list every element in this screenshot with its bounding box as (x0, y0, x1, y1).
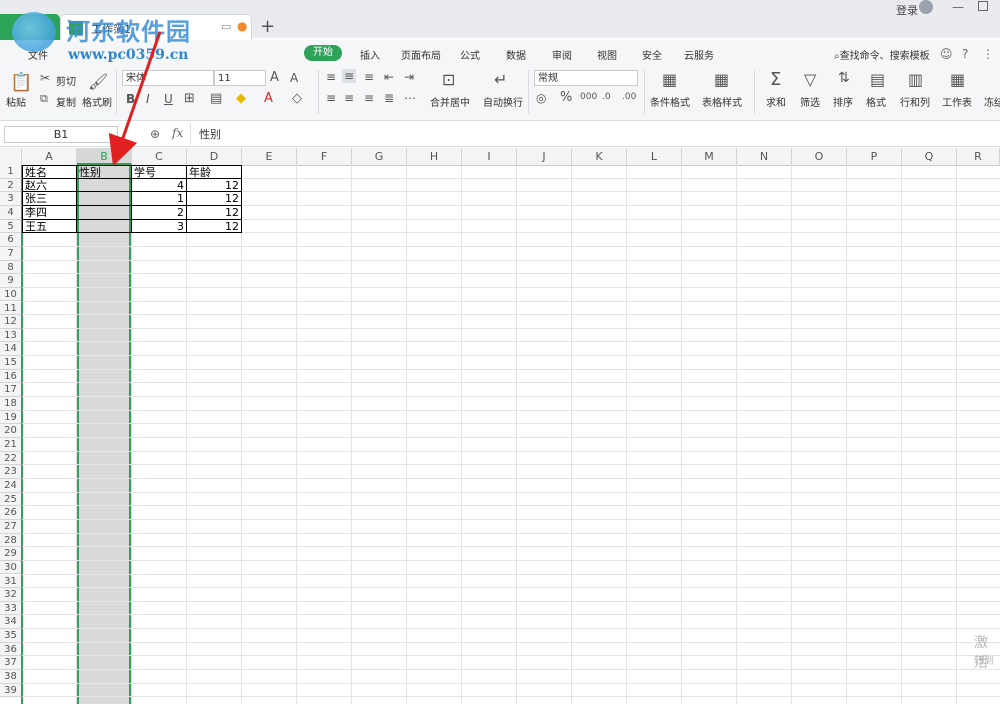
annotation-arrow (108, 31, 162, 167)
activation-subtext: 转到 (974, 656, 994, 667)
arrow-line (108, 31, 162, 167)
